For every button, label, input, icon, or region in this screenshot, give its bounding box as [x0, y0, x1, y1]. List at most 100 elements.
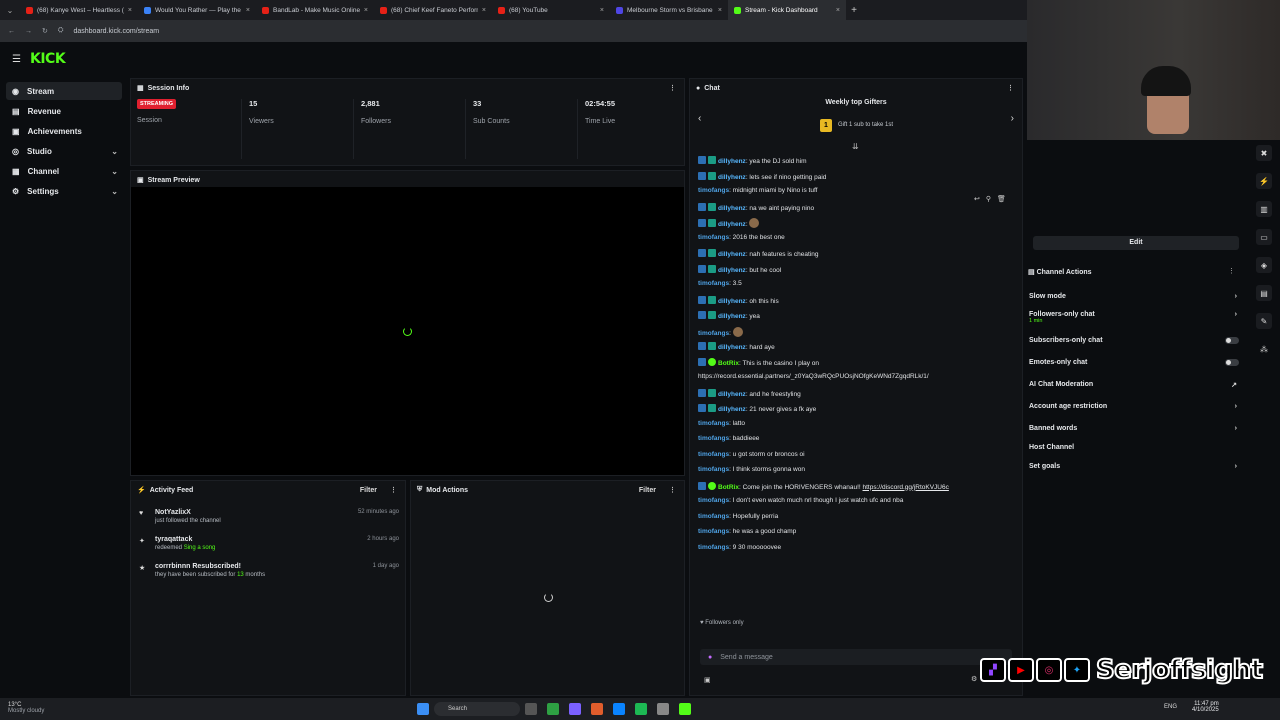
settings-app-icon[interactable]	[657, 703, 669, 715]
pin-icon[interactable]: ⚲	[986, 195, 991, 203]
browser-tab[interactable]: (68) YouTube ×	[492, 0, 610, 20]
chat-message[interactable]: dillyhenz:	[698, 218, 760, 228]
chat-message[interactable]: timofangs: 2016 the best one	[698, 234, 785, 241]
chat-message[interactable]: timofangs: midnight miami by Nino is tuf…	[698, 187, 817, 194]
chrome-icon[interactable]	[591, 703, 603, 715]
chat-message[interactable]: timofangs: baddieee	[698, 435, 759, 442]
chat-message[interactable]: timofangs: I think storms gonna won	[698, 466, 805, 473]
back-icon[interactable]: ←	[8, 28, 15, 35]
pinned-icon[interactable]: ⇊	[852, 142, 859, 151]
rail-wrench-icon[interactable]: ✎	[1256, 313, 1272, 329]
chat-message[interactable]: dillyhenz: yea the DJ sold him	[698, 156, 807, 165]
system-clock[interactable]: 11:47 pm 4/10/2025	[1192, 701, 1219, 713]
kebab-icon[interactable]: ⋮	[669, 84, 676, 92]
rail-layout-icon[interactable]: ▤	[1256, 285, 1272, 301]
chat-message[interactable]: timofangs: Hopefully perria	[698, 513, 778, 520]
browser-tab[interactable]: (68) Kanye West – Heartless (Li…×	[20, 0, 138, 20]
kebab-icon[interactable]: ⋮	[1228, 267, 1235, 275]
spotify-icon[interactable]	[635, 703, 647, 715]
channel-action-item[interactable]: AI Chat Moderation ↗	[1029, 381, 1241, 389]
kick-logo[interactable]: KICK	[30, 51, 66, 67]
reload-icon[interactable]: ↻	[42, 27, 48, 35]
mic-icon[interactable]: ●	[708, 654, 712, 661]
tab-list-icon[interactable]: ⌄	[0, 6, 20, 15]
toggle-switch[interactable]	[1225, 337, 1239, 344]
reply-icon[interactable]: ↩	[974, 195, 980, 203]
chat-message[interactable]: dillyhenz: lets see if nino getting paid	[698, 171, 826, 181]
toggle-switch[interactable]	[1225, 359, 1239, 366]
close-icon[interactable]: ×	[128, 7, 132, 14]
filter-button[interactable]: Filter	[360, 487, 377, 494]
taskbar-search[interactable]: Search	[434, 702, 520, 716]
delete-icon[interactable]: 🗑	[997, 195, 1006, 203]
channel-action-item[interactable]: Account age restriction ›	[1029, 403, 1241, 410]
rail-message-icon[interactable]: ▭	[1256, 229, 1272, 245]
start-icon[interactable]	[417, 703, 429, 715]
chat-message[interactable]: dillyhenz: hard aye	[698, 342, 775, 351]
rail-users-icon[interactable]: ⁂	[1256, 341, 1272, 357]
chat-message[interactable]: https://record.essential.partners/_z0YaQ…	[698, 373, 929, 380]
settings-icon[interactable]: ⚙	[971, 675, 977, 683]
language-indicator[interactable]: ENG	[1164, 704, 1177, 710]
chat-message[interactable]: BotRix: This is the casino I play on	[698, 357, 819, 367]
chevron-left-icon[interactable]: ‹	[698, 113, 701, 124]
browser-tab[interactable]: Melbourne Storm vs Brisbane B…×	[610, 0, 728, 20]
close-icon[interactable]: ×	[482, 7, 486, 14]
app-icon[interactable]	[547, 703, 559, 715]
chat-message[interactable]: dillyhenz: na we aint paying nino	[698, 202, 814, 212]
chat-message[interactable]: dillyhenz: oh this his	[698, 295, 779, 305]
chat-message[interactable]: dillyhenz: and he freestyling	[698, 388, 801, 398]
site-info-icon[interactable]: ⛭	[58, 27, 64, 35]
channel-action-item[interactable]: Followers-only chat 1 min ›	[1029, 311, 1241, 324]
kebab-icon[interactable]: ⋮	[669, 486, 676, 494]
browser-tab[interactable]: (68) Chief Keef Faneto Perform…×	[374, 0, 492, 20]
kebab-icon[interactable]: ⋮	[1007, 84, 1014, 92]
edge-icon[interactable]	[613, 703, 625, 715]
menu-icon[interactable]: ☰	[12, 54, 21, 65]
chevron-right-icon[interactable]: ›	[1011, 113, 1014, 124]
url-field[interactable]: dashboard.kick.com/stream	[73, 28, 159, 35]
channel-action-item[interactable]: Subscribers-only chat	[1029, 337, 1241, 344]
channel-action-item[interactable]: Slow mode ›	[1029, 293, 1241, 300]
chat-message[interactable]: dillyhenz: 21 never gives a fk aye	[698, 404, 816, 413]
sidebar-item-channel[interactable]: ▦ Channel ⌄	[6, 162, 122, 180]
channel-action-item[interactable]: Host Channel	[1029, 444, 1241, 451]
browser-tab[interactable]: Stream - Kick Dashboard ×	[728, 0, 846, 20]
channel-action-item[interactable]: Banned words ›	[1029, 425, 1241, 432]
chat-message[interactable]: timofangs: latto	[698, 420, 745, 427]
chat-message[interactable]: timofangs: u got storm or broncos oi	[698, 451, 805, 458]
chat-message[interactable]: timofangs: 9 30 mooooovee	[698, 544, 781, 551]
filter-button[interactable]: Filter	[639, 487, 656, 494]
channel-action-item[interactable]: Set goals ›	[1029, 463, 1241, 470]
new-tab-button[interactable]: +	[846, 5, 862, 16]
sidebar-item-stream[interactable]: ◉ Stream	[6, 82, 122, 100]
rail-chat-icon[interactable]: ✖	[1256, 145, 1272, 161]
rail-broadcast-icon[interactable]: ◈	[1256, 257, 1272, 273]
sidebar-item-studio[interactable]: ◎ Studio ⌄	[6, 142, 122, 160]
browser-tab[interactable]: Would You Rather — Play the O…×	[138, 0, 256, 20]
channel-action-item[interactable]: Emotes-only chat	[1029, 359, 1241, 366]
close-icon[interactable]: ×	[718, 7, 722, 14]
kebab-icon[interactable]: ⋮	[390, 486, 397, 494]
teams-icon[interactable]	[569, 703, 581, 715]
chat-message[interactable]: timofangs: he was a good champ	[698, 528, 796, 535]
chat-message[interactable]: timofangs: 3.5	[698, 280, 742, 287]
browser-tab[interactable]: BandLab - Make Music Online ×	[256, 0, 374, 20]
obs-icon[interactable]	[679, 703, 691, 715]
chat-message[interactable]: dillyhenz: but he cool	[698, 264, 781, 274]
chat-message[interactable]: dillyhenz: nah features is cheating	[698, 249, 818, 258]
explorer-icon[interactable]	[525, 703, 537, 715]
sidebar-item-revenue[interactable]: ▤ Revenue	[6, 102, 122, 120]
rail-doc-icon[interactable]: ▥	[1256, 201, 1272, 217]
edit-button[interactable]: Edit	[1033, 236, 1239, 250]
weather-widget[interactable]: 13°C Mostly cloudy	[8, 702, 44, 714]
chat-message[interactable]: timofangs: I don't even watch much nrl t…	[698, 497, 903, 504]
forward-icon[interactable]: →	[25, 28, 32, 35]
chat-message[interactable]: BotRix: Come join the HORIVENGERS whanau…	[698, 481, 949, 491]
emote-icon[interactable]: ▣	[704, 676, 711, 684]
sidebar-item-settings[interactable]: ⚙ Settings ⌄	[6, 182, 122, 200]
chat-message[interactable]: timofangs:	[698, 326, 743, 337]
close-icon[interactable]: ×	[246, 7, 250, 14]
close-icon[interactable]: ×	[836, 7, 840, 14]
sidebar-item-achievements[interactable]: ▣ Achievements	[6, 122, 122, 140]
